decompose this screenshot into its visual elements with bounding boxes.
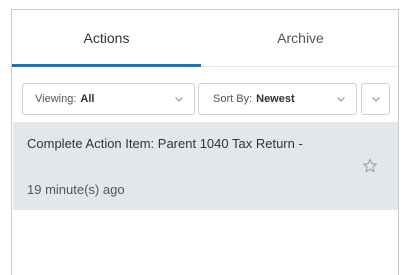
sort-select[interactable]: Sort By: Newest	[198, 83, 357, 115]
tab-archive-label: Archive	[277, 30, 324, 46]
tab-actions-label: Actions	[83, 30, 130, 46]
sort-value: Newest	[256, 93, 295, 105]
chevron-down-icon	[371, 97, 380, 102]
sort-label: Sort By:	[213, 93, 253, 105]
filter-bar: Viewing: All Sort By: Newest	[12, 83, 400, 119]
chevron-down-icon	[337, 97, 345, 102]
action-item-timestamp: 19 minute(s) ago	[27, 182, 125, 197]
action-item-title: Complete Action Item: Parent 1040 Tax Re…	[27, 136, 303, 151]
viewing-value: All	[80, 93, 95, 105]
tab-actions[interactable]: Actions	[12, 10, 201, 66]
actions-panel: Actions Archive Viewing: All Sort By: Ne…	[11, 9, 399, 275]
viewing-select[interactable]: Viewing: All	[22, 83, 195, 115]
star-icon[interactable]	[362, 158, 378, 174]
viewing-label: Viewing:	[35, 93, 77, 105]
tab-archive[interactable]: Archive	[201, 10, 400, 66]
action-list-item[interactable]: Complete Action Item: Parent 1040 Tax Re…	[13, 122, 398, 210]
more-options-button[interactable]	[361, 83, 390, 115]
tab-bar: Actions Archive	[12, 10, 398, 67]
chevron-down-icon	[175, 97, 183, 102]
active-tab-indicator	[12, 64, 201, 67]
